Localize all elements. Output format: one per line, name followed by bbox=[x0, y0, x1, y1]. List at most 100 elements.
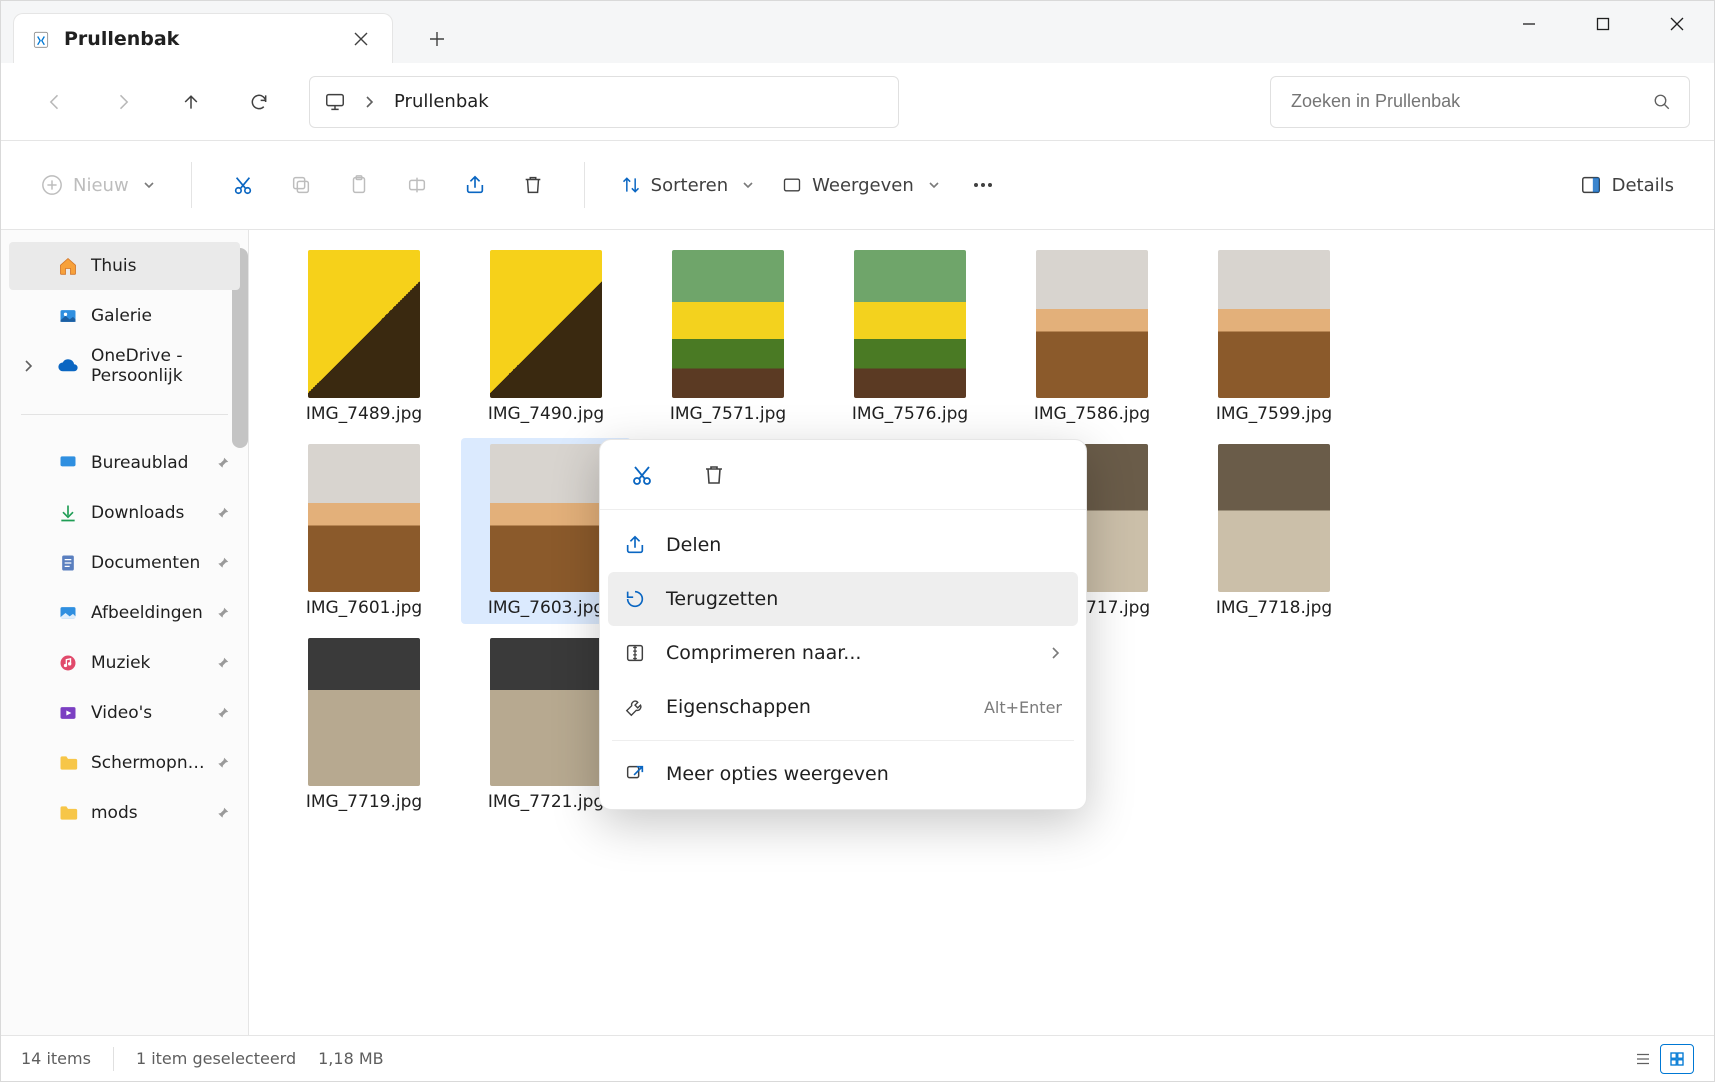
address-bar[interactable]: Prullenbak bbox=[309, 76, 899, 128]
toolbar: Nieuw Sorteren Weergeven Details bbox=[1, 141, 1714, 229]
file-item[interactable]: IMG_7489.jpg bbox=[279, 244, 449, 430]
ctx-more[interactable]: Meer opties weergeven bbox=[608, 747, 1078, 801]
pin-icon bbox=[216, 706, 230, 720]
more-button[interactable] bbox=[958, 160, 1008, 210]
nav-row: Prullenbak bbox=[1, 63, 1714, 141]
window-controls bbox=[1492, 1, 1714, 47]
refresh-button[interactable] bbox=[229, 78, 289, 126]
details-label: Details bbox=[1612, 175, 1674, 196]
monitor-icon bbox=[324, 91, 346, 113]
icon-view-button[interactable] bbox=[1660, 1044, 1694, 1074]
view-button[interactable]: Weergeven bbox=[772, 160, 950, 210]
chevron-down-icon bbox=[143, 179, 155, 191]
minimize-button[interactable] bbox=[1492, 1, 1566, 47]
chevron-right-icon bbox=[23, 360, 35, 372]
downloads-icon bbox=[57, 502, 79, 524]
sidebar-item-home[interactable]: Thuis bbox=[9, 242, 240, 290]
recycle-bin-icon bbox=[30, 28, 52, 50]
sidebar-item-label: OneDrive - Persoonlijk bbox=[91, 346, 240, 386]
sidebar-item-music[interactable]: Muziek bbox=[9, 639, 240, 687]
file-thumbnail bbox=[490, 638, 602, 786]
close-window-button[interactable] bbox=[1640, 1, 1714, 47]
file-item[interactable]: IMG_7571.jpg bbox=[643, 244, 813, 430]
sidebar-item-label: Bureaublad bbox=[91, 453, 188, 473]
sidebar-item-pictures[interactable]: Afbeeldingen bbox=[9, 589, 240, 637]
back-button[interactable] bbox=[25, 78, 85, 126]
file-thumbnail bbox=[1036, 250, 1148, 398]
copy-button[interactable] bbox=[276, 160, 326, 210]
sidebar-item-desktop[interactable]: Bureaublad bbox=[9, 439, 240, 487]
sidebar-item-label: Galerie bbox=[91, 306, 152, 326]
file-thumbnail bbox=[308, 444, 420, 592]
delete-button[interactable] bbox=[508, 160, 558, 210]
ctx-restore[interactable]: Terugzetten bbox=[608, 572, 1078, 626]
file-item[interactable]: IMG_7490.jpg bbox=[461, 244, 631, 430]
ctx-properties-label: Eigenschappen bbox=[666, 696, 811, 718]
videos-icon bbox=[57, 702, 79, 724]
restore-icon bbox=[624, 588, 646, 610]
desktop-icon bbox=[57, 452, 79, 474]
file-item[interactable]: IMG_7576.jpg bbox=[825, 244, 995, 430]
context-menu: Delen Terugzetten Comprimeren naar... Ei… bbox=[599, 439, 1087, 810]
file-thumbnail bbox=[1218, 250, 1330, 398]
music-icon bbox=[57, 652, 79, 674]
pin-icon bbox=[216, 456, 230, 470]
file-item[interactable]: IMG_7718.jpg bbox=[1189, 438, 1359, 624]
file-item[interactable]: IMG_7601.jpg bbox=[279, 438, 449, 624]
zip-icon bbox=[624, 642, 646, 664]
list-view-button[interactable] bbox=[1626, 1044, 1660, 1074]
sort-button[interactable]: Sorteren bbox=[611, 160, 764, 210]
paste-button[interactable] bbox=[334, 160, 384, 210]
ctx-share[interactable]: Delen bbox=[608, 518, 1078, 572]
ctx-cut-button[interactable] bbox=[624, 457, 660, 493]
file-thumbnail bbox=[308, 638, 420, 786]
file-item[interactable]: IMG_7599.jpg bbox=[1189, 244, 1359, 430]
sidebar-item-folder[interactable]: Schermopnamen bbox=[9, 739, 240, 787]
view-toggle bbox=[1626, 1044, 1694, 1074]
sidebar-item-label: Documenten bbox=[91, 553, 200, 573]
titlebar: Prullenbak bbox=[1, 1, 1714, 63]
tab-close-button[interactable] bbox=[346, 24, 376, 54]
pin-icon bbox=[216, 606, 230, 620]
sidebar-item-videos[interactable]: Video's bbox=[9, 689, 240, 737]
share-button[interactable] bbox=[450, 160, 500, 210]
search-box[interactable] bbox=[1270, 76, 1690, 128]
rename-button[interactable] bbox=[392, 160, 442, 210]
address-segment[interactable]: Prullenbak bbox=[394, 91, 489, 112]
ctx-share-label: Delen bbox=[666, 534, 721, 556]
up-button[interactable] bbox=[161, 78, 221, 126]
sidebar-item-label: Downloads bbox=[91, 503, 184, 523]
forward-button[interactable] bbox=[93, 78, 153, 126]
ctx-compress[interactable]: Comprimeren naar... bbox=[608, 626, 1078, 680]
pin-icon bbox=[216, 556, 230, 570]
new-button[interactable]: Nieuw bbox=[31, 160, 165, 210]
sort-label: Sorteren bbox=[651, 175, 728, 196]
details-pane-button[interactable]: Details bbox=[1570, 160, 1684, 210]
chevron-right-icon bbox=[364, 96, 376, 108]
ctx-properties[interactable]: Eigenschappen Alt+Enter bbox=[608, 680, 1078, 734]
onedrive-icon bbox=[57, 355, 79, 377]
documents-icon bbox=[57, 552, 79, 574]
sidebar-item-gallery[interactable]: Galerie bbox=[9, 292, 240, 340]
ctx-delete-button[interactable] bbox=[696, 457, 732, 493]
separator bbox=[191, 162, 192, 208]
sidebar-item-onedrive[interactable]: OneDrive - Persoonlijk bbox=[9, 342, 240, 390]
file-thumbnail bbox=[1218, 444, 1330, 592]
sidebar-item-folder[interactable]: mods bbox=[9, 789, 240, 837]
pin-icon bbox=[216, 806, 230, 820]
file-item[interactable]: IMG_7586.jpg bbox=[1007, 244, 1177, 430]
folder-icon bbox=[57, 802, 79, 824]
status-count: 14 items bbox=[21, 1049, 91, 1068]
file-thumbnail bbox=[490, 250, 602, 398]
maximize-button[interactable] bbox=[1566, 1, 1640, 47]
new-tab-button[interactable] bbox=[413, 15, 461, 63]
file-item[interactable]: IMG_7719.jpg bbox=[279, 632, 449, 818]
cut-button[interactable] bbox=[218, 160, 268, 210]
sidebar-item-label: mods bbox=[91, 803, 138, 823]
sidebar-item-downloads[interactable]: Downloads bbox=[9, 489, 240, 537]
chevron-right-icon bbox=[1050, 647, 1062, 659]
tab-active[interactable]: Prullenbak bbox=[13, 13, 393, 63]
search-input[interactable] bbox=[1289, 90, 1653, 113]
separator bbox=[584, 162, 585, 208]
sidebar-item-documents[interactable]: Documenten bbox=[9, 539, 240, 587]
